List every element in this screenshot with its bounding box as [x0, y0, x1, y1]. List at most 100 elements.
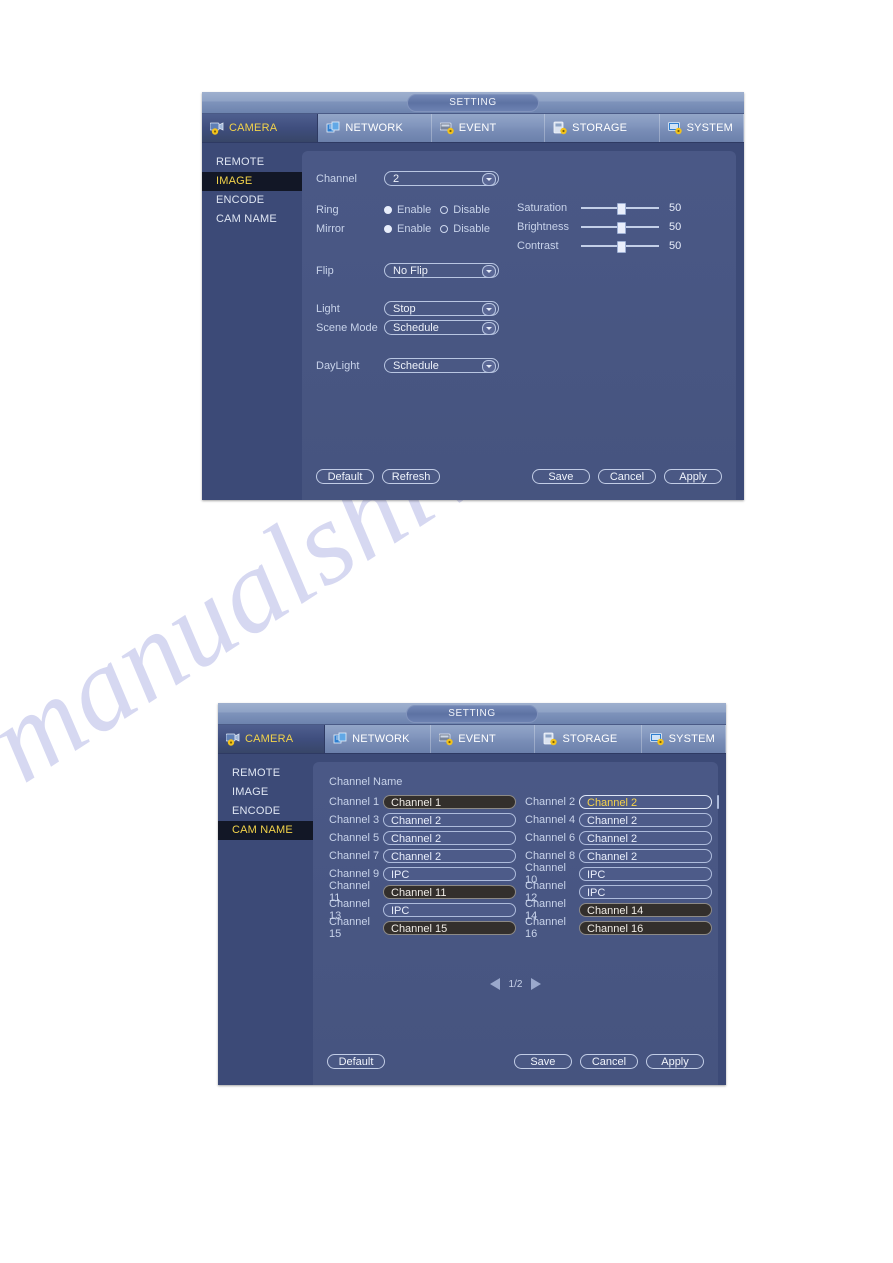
sidebar-item-image[interactable]: IMAGE: [202, 172, 302, 191]
scene-mode-select[interactable]: Schedule: [384, 320, 499, 335]
ring-enable-label: Enable: [397, 204, 432, 216]
tab-storage[interactable]: STORAGE: [535, 725, 642, 753]
sidebar-item-image[interactable]: IMAGE: [218, 783, 313, 802]
saturation-slider[interactable]: [581, 202, 659, 215]
scene-mode-select-value: Schedule: [393, 322, 439, 334]
chevron-down-icon: [482, 173, 496, 186]
channel-name-input[interactable]: IPC: [579, 867, 712, 881]
slider-knob[interactable]: [617, 222, 626, 234]
default-button[interactable]: Default: [327, 1054, 385, 1069]
tab-camera[interactable]: CAMERA: [218, 725, 326, 753]
scene-mode-row: Scene Mode Schedule: [316, 320, 499, 335]
default-button[interactable]: Default: [316, 469, 374, 484]
tab-network[interactable]: NETWORK: [325, 725, 432, 753]
tab-event[interactable]: EVENT: [431, 725, 536, 753]
tab-label: STORAGE: [572, 122, 628, 134]
mirror-label: Mirror: [316, 223, 345, 235]
sidebar-item-encode[interactable]: ENCODE: [202, 191, 302, 210]
channel-label: Channel 15: [329, 916, 370, 940]
channel-name-row: Channel 13 IPC Channel 14 Channel 14: [329, 898, 712, 922]
refresh-button[interactable]: Refresh: [382, 469, 441, 484]
channel-name-input[interactable]: Channel 1: [383, 795, 516, 809]
sidebar-item-remote[interactable]: REMOTE: [218, 764, 313, 783]
flip-row: Flip No Flip: [316, 263, 499, 278]
mirror-disable-label: Disable: [453, 223, 490, 235]
cancel-button[interactable]: Cancel: [597, 469, 656, 484]
channel-name-input[interactable]: Channel 2: [579, 849, 712, 863]
mirror-disable-radio[interactable]: Disable: [440, 223, 490, 235]
event-icon: [438, 732, 454, 746]
dialog-title: SETTING: [406, 705, 538, 723]
flip-select[interactable]: No Flip: [384, 263, 499, 278]
daylight-select[interactable]: Schedule: [384, 358, 499, 373]
channel-select[interactable]: 2: [384, 171, 499, 186]
sidebar-item-remote[interactable]: REMOTE: [202, 153, 302, 172]
network-icon: [333, 732, 348, 746]
channel-name-row: Channel 1 Channel 1 Channel 2 Channel 2: [329, 793, 719, 811]
light-select[interactable]: Stop: [384, 301, 499, 316]
system-icon: [649, 732, 665, 746]
channel-name-input[interactable]: IPC: [383, 867, 516, 881]
sidebar-item-cam-name[interactable]: CAM NAME: [202, 210, 302, 229]
tab-camera[interactable]: CAMERA: [202, 114, 319, 142]
setting-dialog-cam-name: SETTING CAMERA NETWORK EVENT STORAGE SYS…: [218, 703, 726, 1085]
sidebar-item-encode[interactable]: ENCODE: [218, 802, 313, 821]
chevron-down-icon: [482, 303, 496, 316]
channel-row: Channel 2: [316, 171, 499, 186]
dialog-titlebar: SETTING: [218, 703, 726, 725]
channel-name-input[interactable]: Channel 2: [579, 813, 712, 827]
channel-name-input[interactable]: Channel 2: [579, 831, 712, 845]
cancel-button[interactable]: Cancel: [579, 1054, 638, 1069]
channel-name-input[interactable]: Channel 2: [383, 813, 516, 827]
tab-label: CAMERA: [229, 122, 278, 134]
tab-storage[interactable]: STORAGE: [545, 114, 660, 142]
tab-label: NETWORK: [345, 122, 403, 134]
channel-name-input[interactable]: Channel 14: [579, 903, 712, 917]
triangle-left-icon[interactable]: [489, 978, 500, 990]
tab-label: STORAGE: [562, 733, 618, 745]
camera-icon: [225, 732, 241, 746]
flip-label: Flip: [316, 264, 334, 277]
dialog-body: REMOTE IMAGE ENCODE CAM NAME Channel 2 R…: [202, 143, 744, 500]
mirror-enable-radio[interactable]: Enable: [384, 223, 431, 235]
apply-button[interactable]: Apply: [646, 1054, 704, 1069]
channel-name-input[interactable]: Channel 2: [383, 849, 516, 863]
keyboard-icon-button[interactable]: [717, 795, 719, 809]
channel-name-input[interactable]: Channel 2: [383, 831, 516, 845]
daylight-label: DayLight: [316, 359, 360, 372]
image-button-bar: Default Refresh Save Cancel Apply: [302, 469, 736, 484]
pagination: 1/2: [313, 978, 718, 990]
save-button[interactable]: Save: [513, 1054, 572, 1069]
channel-select-value: 2: [393, 173, 400, 185]
ring-row: Ring Enable Disable: [316, 204, 499, 216]
channel-name-input[interactable]: Channel 15: [383, 921, 516, 935]
channel-name-input[interactable]: IPC: [579, 885, 712, 899]
channel-name-input[interactable]: Channel 16: [579, 921, 712, 935]
ring-disable-radio[interactable]: Disable: [440, 204, 490, 216]
dialog-titlebar: SETTING: [202, 92, 744, 114]
channel-name-input[interactable]: Channel 11: [383, 885, 516, 899]
contrast-slider[interactable]: [581, 240, 659, 253]
ring-enable-radio[interactable]: Enable: [384, 204, 431, 216]
channel-name-input[interactable]: Channel 2: [579, 795, 712, 809]
channel-name-row: Channel 3 Channel 2 Channel 4 Channel 2: [329, 811, 712, 829]
saturation-value: 50: [669, 202, 682, 214]
tab-system[interactable]: SYSTEM: [660, 114, 744, 142]
brightness-slider[interactable]: [581, 221, 659, 234]
save-button[interactable]: Save: [531, 469, 590, 484]
sidebar-item-cam-name[interactable]: CAM NAME: [218, 821, 313, 840]
tab-system[interactable]: SYSTEM: [642, 725, 726, 753]
tab-label: CAMERA: [245, 733, 294, 745]
channel-label: Channel 4: [525, 814, 576, 826]
apply-button[interactable]: Apply: [664, 469, 722, 484]
contrast-row: Contrast 50: [517, 240, 681, 253]
radio-dot-icon: [440, 225, 449, 233]
slider-knob[interactable]: [617, 241, 626, 253]
channel-name-input[interactable]: IPC: [383, 903, 516, 917]
channel-label: Channel 9: [329, 868, 380, 880]
triangle-right-icon[interactable]: [531, 978, 542, 990]
tab-network[interactable]: NETWORK: [318, 114, 432, 142]
tab-event[interactable]: EVENT: [432, 114, 546, 142]
setting-dialog-image: SETTING CAMERA NETWORK EVENT STORAGE SYS…: [202, 92, 744, 500]
slider-knob[interactable]: [617, 203, 626, 215]
